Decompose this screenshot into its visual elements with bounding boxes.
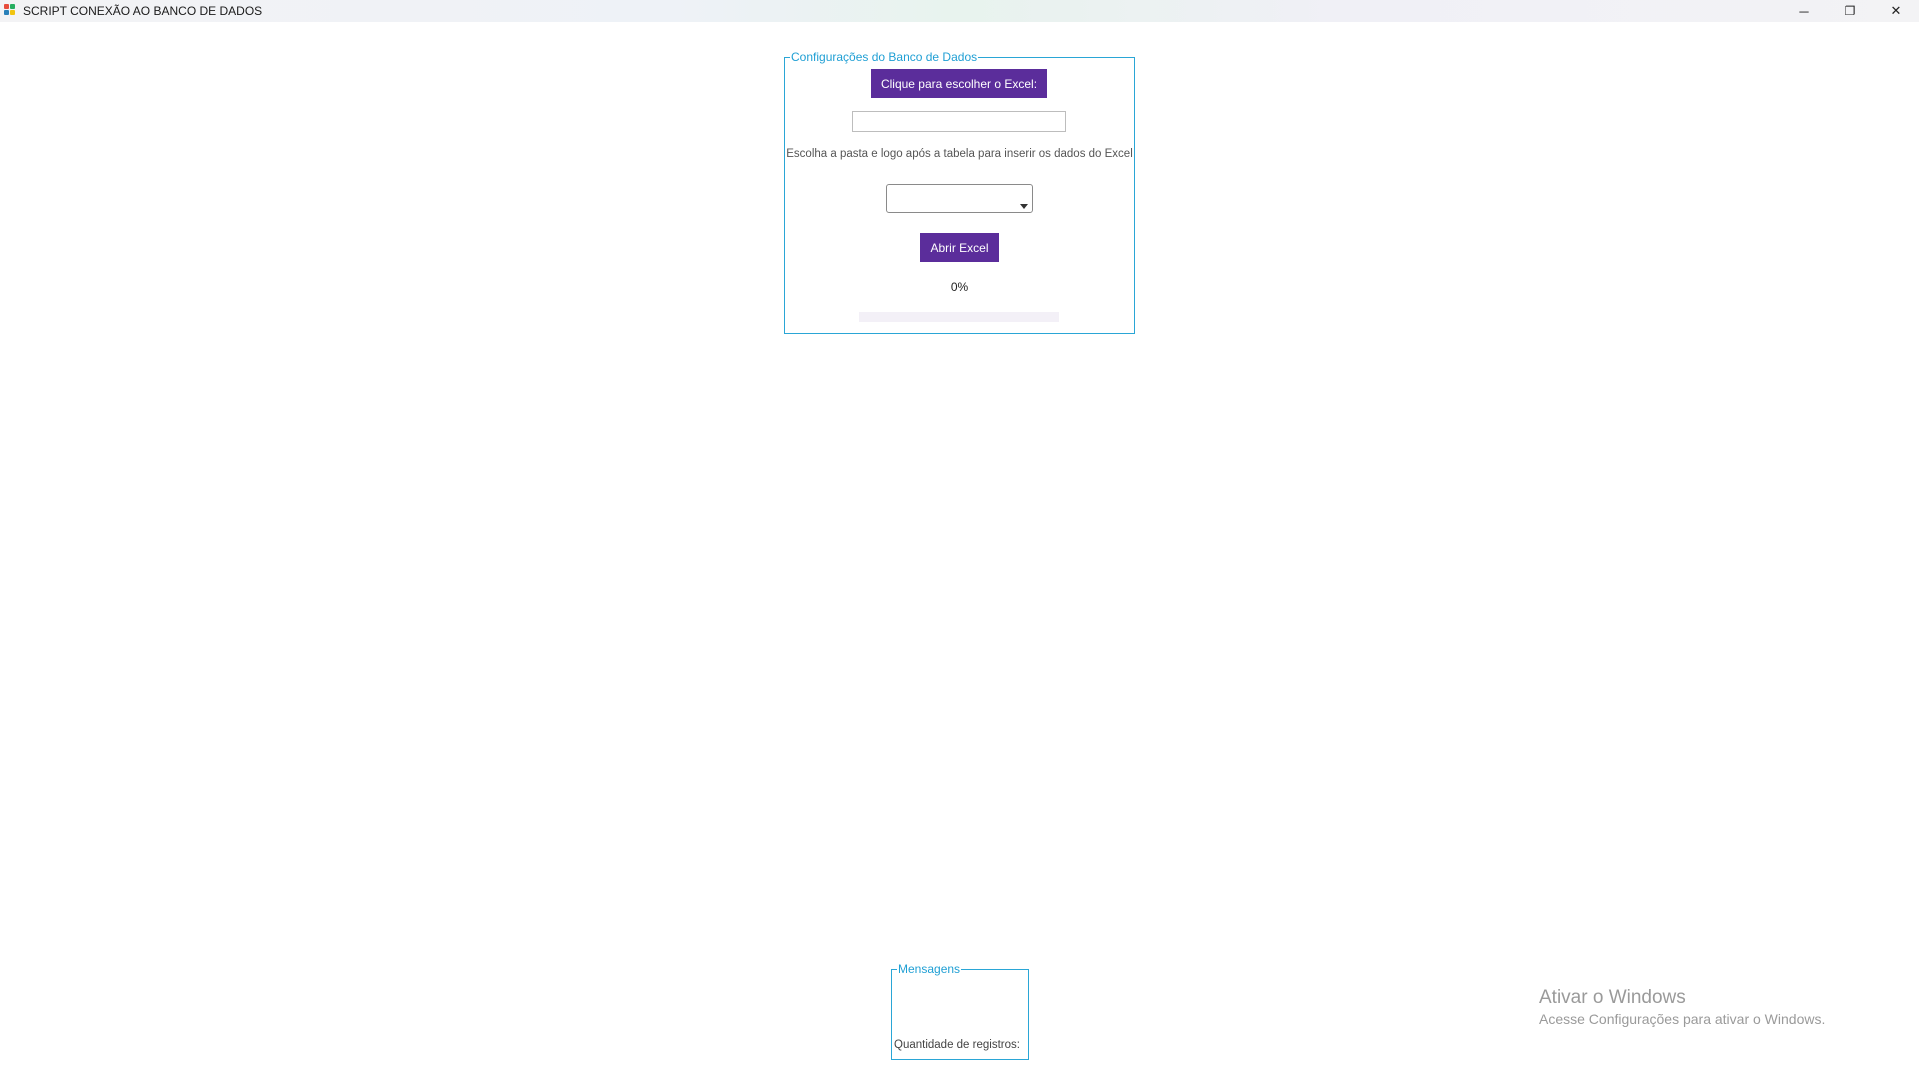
open-excel-button[interactable]: Abrir Excel (920, 233, 999, 262)
messages-legend: Mensagens (898, 962, 961, 976)
minimize-button[interactable]: ─ (1781, 0, 1827, 22)
watermark-title: Ativar o Windows (1539, 987, 1686, 1008)
window-title: SCRIPT CONEXÃO AO BANCO DE DADOS (23, 4, 263, 18)
watermark-subtitle: Acesse Configurações para ativar o Windo… (1539, 1011, 1826, 1027)
records-count-label: Quantidade de registros: (894, 1039, 1020, 1051)
db-config-legend: Configurações do Banco de Dados (791, 50, 978, 64)
windows-activation-watermark: Ativar o Windows Acesse Configurações pa… (1539, 986, 1825, 1028)
excel-path-input[interactable] (852, 111, 1066, 132)
dropdown-arrow-icon (1020, 204, 1028, 209)
title-bar: SCRIPT CONEXÃO AO BANCO DE DADOS ─ ❐ ✕ (0, 0, 1919, 22)
close-button[interactable]: ✕ (1873, 0, 1919, 22)
maximize-button[interactable]: ❐ (1827, 0, 1873, 22)
choose-excel-button[interactable]: Clique para escolher o Excel: (871, 69, 1047, 98)
table-select[interactable] (886, 184, 1033, 213)
progress-percent: 0% (950, 280, 969, 294)
progress-bar (859, 312, 1059, 322)
app-icon (4, 4, 16, 16)
instruction-text: Escolha a pasta e logo após a tabela par… (786, 148, 1133, 160)
